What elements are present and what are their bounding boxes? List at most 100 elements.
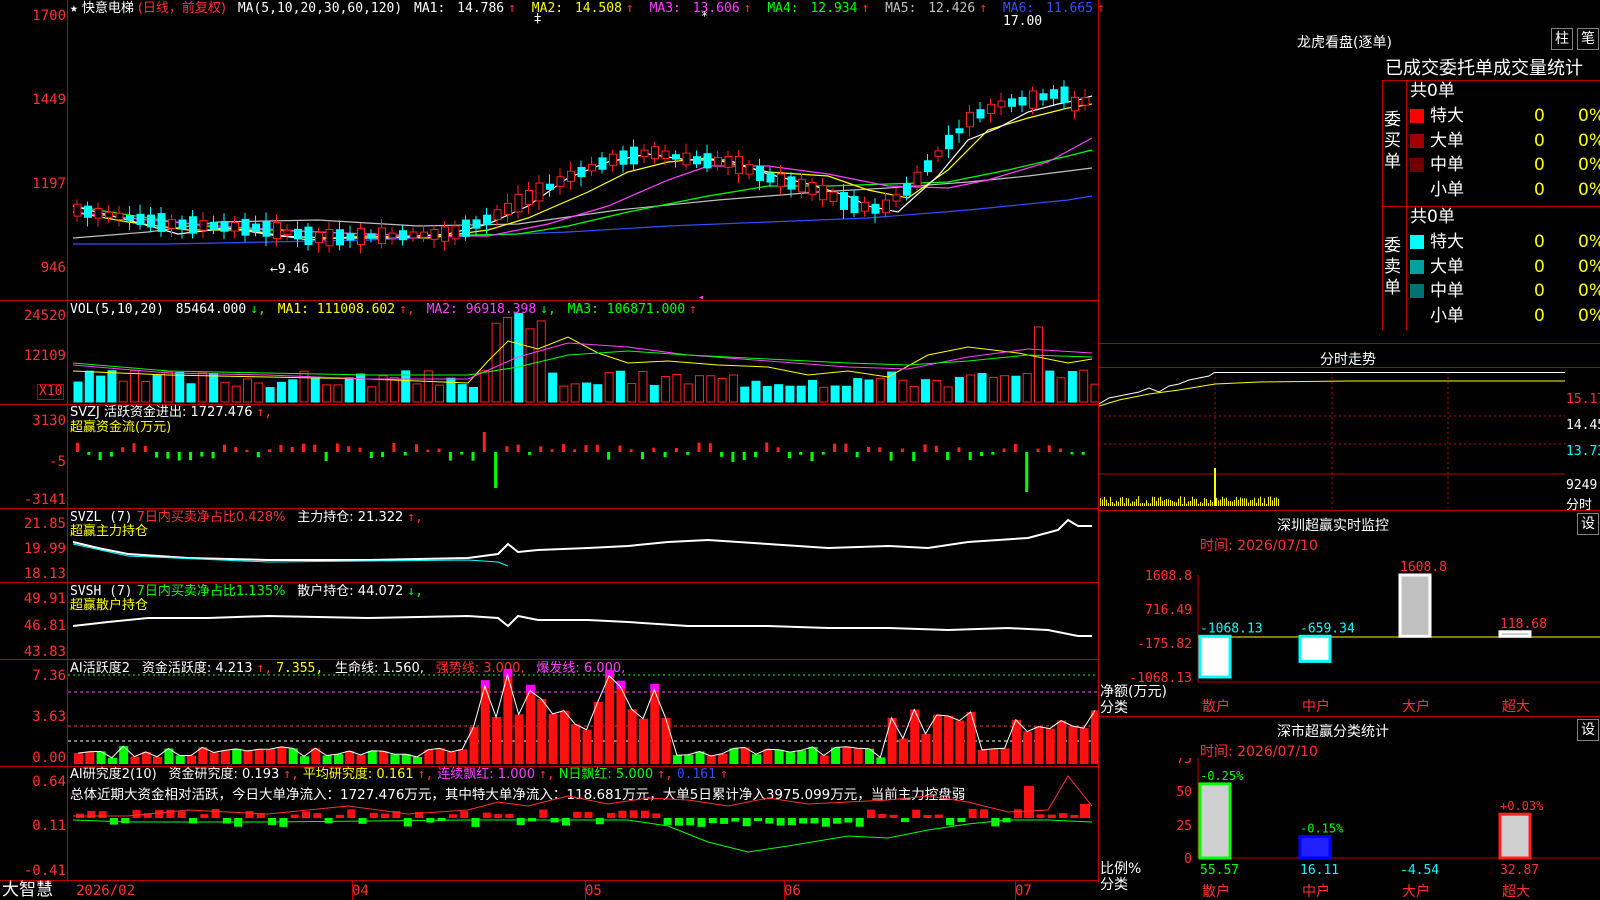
candle	[945, 134, 953, 150]
sz-bar	[1498, 630, 1532, 638]
column-view-button[interactable]: 柱	[1551, 28, 1573, 50]
svzj-bar	[844, 443, 848, 452]
activity-bar	[684, 754, 694, 764]
research-bar	[957, 818, 966, 823]
sz-time: 时间: 2026/07/10	[1200, 538, 1318, 554]
activity-bar	[187, 755, 196, 764]
candlestick-chart[interactable]: + + * ◂	[68, 0, 1098, 300]
candle	[294, 228, 302, 240]
brand-logo: 大智慧	[2, 880, 53, 900]
activity-bar	[944, 716, 954, 764]
volume-bar	[322, 384, 332, 403]
svzj-bar	[934, 445, 938, 452]
candle	[1060, 86, 1069, 103]
cls-settings-button[interactable]: 设	[1577, 719, 1599, 741]
candle	[115, 212, 124, 220]
candle	[840, 192, 848, 210]
volume-bar	[299, 370, 309, 403]
candle	[304, 226, 313, 246]
activity-bar	[1023, 731, 1033, 764]
candle	[241, 218, 250, 236]
buyrows-2: 中单00%	[1410, 154, 1600, 176]
candle	[1071, 96, 1079, 112]
ai2-ytick-2: 0.11	[32, 818, 66, 834]
research-bar	[867, 809, 875, 818]
volume-bar	[593, 384, 603, 403]
activity-bar	[1057, 720, 1067, 764]
svzj-bar	[674, 447, 678, 452]
research-bar	[923, 814, 932, 818]
volume-bar	[265, 387, 275, 403]
svzj-bar	[505, 446, 509, 452]
candle	[682, 152, 691, 166]
svzj-bar	[776, 447, 780, 452]
activity-bar	[729, 748, 739, 764]
volume-bar	[819, 386, 829, 403]
activity-bar	[379, 751, 389, 764]
activity-bar	[209, 752, 219, 764]
cls-category: 超大	[1502, 884, 1530, 900]
svsh-chart	[72, 614, 1092, 637]
activity-bar	[356, 754, 366, 764]
volume-bar	[751, 380, 761, 403]
volume-bar	[570, 383, 580, 403]
volume-bar	[118, 380, 128, 403]
cls-ytick: 25	[1176, 819, 1192, 834]
cls-pct: 32.87	[1500, 863, 1539, 878]
intraday-chart[interactable]	[1099, 372, 1565, 508]
intraday-title[interactable]: 分时走势	[1320, 349, 1376, 369]
svzj-bar	[392, 442, 396, 452]
candle	[105, 211, 113, 218]
volume-bar	[423, 370, 433, 403]
volume-bar	[96, 375, 106, 403]
svzj-bar	[471, 452, 475, 461]
activity-bar	[266, 749, 276, 764]
candle	[577, 166, 586, 178]
svzj-bar	[415, 444, 418, 452]
buy-total: 共0单	[1410, 81, 1455, 101]
svzj-bar	[369, 452, 373, 459]
svzj-bar	[573, 449, 577, 452]
research-bar	[810, 818, 819, 824]
sz-settings-button[interactable]: 设	[1577, 513, 1599, 535]
svzj-bar	[1025, 452, 1029, 492]
research-bar	[245, 811, 254, 818]
sell-total: 共0单	[1410, 207, 1455, 227]
activity-bar	[526, 690, 535, 764]
candle	[819, 184, 827, 201]
candle	[94, 207, 103, 219]
svzj-bar	[268, 449, 272, 452]
activity-bar	[593, 701, 603, 764]
activity-bar	[85, 751, 95, 764]
candle	[252, 223, 260, 232]
volume-bar	[435, 384, 445, 403]
activity-bar	[1045, 728, 1055, 764]
candle	[283, 229, 292, 236]
activity-bar	[752, 754, 761, 764]
svzj-bar	[957, 447, 961, 452]
research-bar	[765, 818, 774, 824]
main-ytick-2: 1449	[32, 92, 66, 108]
activity-bar	[1034, 726, 1044, 764]
svzj-bar	[731, 452, 735, 462]
candle	[756, 165, 764, 181]
cls-pct: 55.57	[1200, 863, 1239, 878]
svzj-bar	[968, 452, 972, 461]
svzj-bar	[494, 452, 498, 488]
research-bar	[324, 818, 333, 824]
candle	[126, 215, 134, 221]
main-ytick-4: 946	[40, 260, 66, 276]
svzj-bar	[618, 445, 622, 452]
activity-bar	[1068, 725, 1078, 764]
activity-bar	[413, 756, 422, 764]
svzj-bar	[347, 446, 351, 452]
volume-bar	[898, 379, 908, 403]
svzj-bar	[867, 446, 870, 452]
candle	[913, 171, 922, 186]
volume-bar	[310, 377, 320, 403]
svzj-bar	[595, 444, 599, 452]
tick-view-button[interactable]: 笔	[1577, 28, 1599, 50]
research-bar	[200, 814, 209, 818]
candle	[147, 214, 155, 228]
candle	[136, 213, 145, 226]
